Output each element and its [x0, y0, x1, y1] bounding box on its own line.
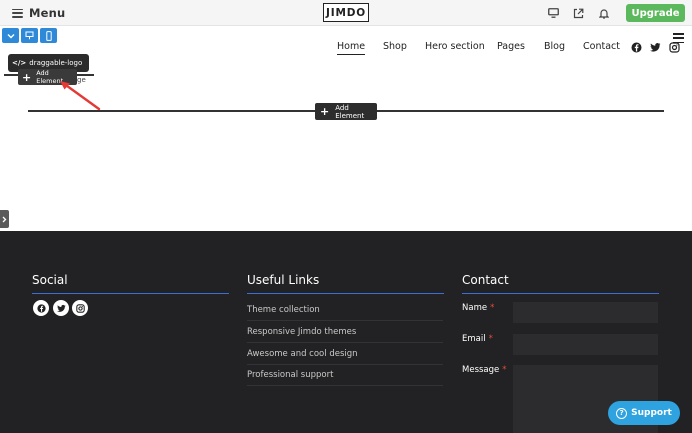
footer-link[interactable]: Awesome and cool design [247, 343, 443, 365]
jimdo-logo: JIMDO [323, 3, 369, 22]
nav-item-blog[interactable]: Blog [544, 41, 565, 52]
footer-contact-title: Contact [462, 273, 509, 287]
site-menu-icon[interactable] [673, 33, 684, 43]
add-element-label: Add Element [335, 103, 365, 120]
support-label: Support [631, 408, 672, 418]
footer-links-title: Useful Links [247, 273, 320, 287]
name-field-label: Name * [462, 303, 495, 313]
upgrade-button[interactable]: Upgrade [626, 4, 685, 22]
share-icon[interactable] [571, 6, 585, 20]
footer-social-title: Social [32, 273, 68, 287]
draggable-logo-label: draggable-logo [29, 59, 83, 67]
email-field-label: Email * [462, 334, 493, 344]
nav-item-hero-section[interactable]: Hero section [425, 41, 485, 52]
instagram-icon[interactable] [669, 42, 680, 53]
twitter-icon[interactable] [650, 42, 661, 53]
nav-item-contact[interactable]: Contact [583, 41, 620, 52]
footer-facebook-icon[interactable] [33, 300, 49, 316]
facebook-icon[interactable] [631, 42, 642, 53]
plus-icon: + [22, 70, 32, 84]
sidebar-expand-handle[interactable] [0, 210, 9, 228]
footer-twitter-icon[interactable] [53, 300, 69, 316]
name-field[interactable] [513, 302, 658, 323]
code-icon: </> [12, 59, 27, 67]
bell-icon[interactable] [597, 6, 611, 20]
plus-icon: + [320, 105, 330, 118]
nav-item-pages[interactable]: Pages [497, 41, 525, 52]
site-navigation: Home Shop Hero section Pages Blog Contac… [0, 41, 692, 57]
footer-instagram-icon[interactable] [72, 300, 88, 316]
chevron-right-icon [2, 216, 7, 222]
nav-item-home[interactable]: Home [337, 41, 366, 55]
editor-topbar: Menu JIMDO Upgrade [0, 0, 692, 26]
footer-link[interactable]: Professional support [247, 364, 443, 386]
footer-contact-rule [462, 293, 659, 294]
footer: Social Useful Links Theme collection Res… [0, 231, 692, 433]
footer-links-rule [247, 293, 444, 294]
desktop-icon[interactable] [546, 6, 560, 20]
message-field-label: Message * [462, 365, 507, 375]
footer-link[interactable]: Responsive Jimdo themes [247, 321, 443, 343]
email-field[interactable] [513, 334, 658, 355]
support-button[interactable]: ? Support [608, 401, 680, 425]
add-element-button[interactable]: + Add Element [315, 103, 377, 120]
hamburger-icon [12, 8, 23, 18]
nav-item-shop[interactable]: Shop [383, 41, 407, 52]
footer-social-rule [32, 293, 229, 294]
footer-link[interactable]: Theme collection [247, 299, 443, 321]
menu-label: Menu [29, 6, 66, 20]
annotation-arrow [60, 81, 101, 111]
help-icon: ? [616, 407, 628, 419]
menu-button[interactable]: Menu [12, 4, 65, 22]
